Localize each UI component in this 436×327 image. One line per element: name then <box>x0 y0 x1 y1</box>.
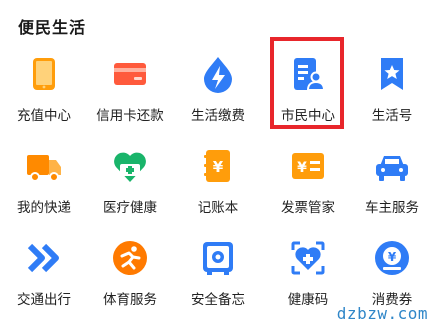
service-transportation[interactable]: 交通出行 <box>4 232 84 322</box>
coupon-yen-icon: ¥ <box>375 241 409 275</box>
service-label: 记账本 <box>197 200 239 216</box>
credit-card-icon <box>114 63 146 85</box>
svg-text:¥: ¥ <box>213 158 224 176</box>
safe-icon <box>203 242 233 275</box>
service-label: 信用卡还款 <box>96 108 164 124</box>
svg-text:¥: ¥ <box>388 250 397 264</box>
utility-drop-icon <box>204 57 232 93</box>
services-row: 充值中心 信用卡还款 生活缴费 市民中心 生活号 <box>0 48 436 140</box>
service-invoice-manager[interactable]: ¥ 发票管家 <box>268 140 348 230</box>
invoice-yen-icon: ¥ <box>292 153 324 179</box>
service-label: 生活号 <box>371 108 413 124</box>
ledger-yen-icon: ¥ <box>204 150 230 182</box>
service-account-book[interactable]: ¥ 记账本 <box>178 140 258 230</box>
phone-icon <box>33 58 55 90</box>
health-heart-icon <box>114 152 146 182</box>
service-sports[interactable]: 体育服务 <box>90 232 170 322</box>
highlight-box <box>270 37 344 129</box>
bookmark-star-icon <box>381 58 403 90</box>
service-utilities[interactable]: 生活缴费 <box>178 48 258 138</box>
service-recharge-center[interactable]: 充值中心 <box>4 48 84 138</box>
service-label: 交通出行 <box>17 292 71 308</box>
car-icon <box>376 156 408 181</box>
service-label: 我的快递 <box>17 200 71 216</box>
health-code-icon <box>291 241 325 275</box>
transit-arrows-icon <box>27 243 59 273</box>
watermark: dzbzw.com <box>336 304 428 323</box>
service-label: 车主服务 <box>365 200 419 216</box>
service-label: 医疗健康 <box>103 200 157 216</box>
service-label: 生活缴费 <box>191 108 245 124</box>
service-medical-health[interactable]: 医疗健康 <box>90 140 170 230</box>
delivery-truck-icon <box>27 155 61 182</box>
svg-text:¥: ¥ <box>297 160 307 176</box>
service-car-owner[interactable]: 车主服务 <box>352 140 432 230</box>
section-title: 便民生活 <box>18 18 87 37</box>
service-label: 发票管家 <box>281 200 335 216</box>
service-life-account[interactable]: 生活号 <box>352 48 432 138</box>
service-my-express[interactable]: 我的快递 <box>4 140 84 230</box>
service-label: 充值中心 <box>17 108 71 124</box>
sports-runner-icon <box>113 241 147 275</box>
service-label: 安全备忘 <box>191 292 245 308</box>
services-grid: 充值中心 信用卡还款 生活缴费 市民中心 生活号 我的快递 医疗健康 ¥ 记账本… <box>0 48 436 324</box>
service-label: 体育服务 <box>103 292 157 308</box>
service-credit-card[interactable]: 信用卡还款 <box>90 48 170 138</box>
service-security-memo[interactable]: 安全备忘 <box>178 232 258 322</box>
services-row: 我的快递 医疗健康 ¥ 记账本 ¥ 发票管家 车主服务 <box>0 140 436 232</box>
